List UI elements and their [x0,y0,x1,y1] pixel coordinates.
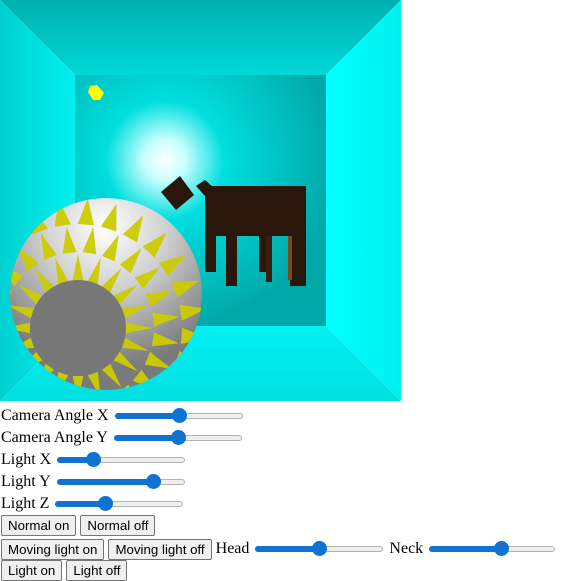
camera-angle-x-row: Camera Angle X [1,406,243,426]
light-y-label: Light Y [1,473,51,490]
neck-label: Neck [389,540,424,557]
normal-off-button[interactable]: Normal off [80,514,156,536]
normal-buttons-row: Normal on Normal off [1,514,159,536]
camera-angle-x-label: Camera Angle X [1,407,109,424]
light-z-label: Light Z [1,495,50,512]
camera-angle-y-slider[interactable] [113,430,242,446]
moving-light-row: Moving light on Moving light off Head Ne… [1,538,556,560]
light-x-label: Light X [1,451,52,468]
head-label: Head [215,540,250,557]
camera-angle-y-label: Camera Angle Y [1,429,108,446]
camera-angle-y-row: Camera Angle Y [1,428,242,448]
moving-light-on-button[interactable]: Moving light on [1,538,105,560]
light-buttons-row: Light on Light off [1,559,131,581]
moving-light-off-button[interactable]: Moving light off [108,538,212,560]
light-z-slider[interactable] [55,496,184,512]
light-x-slider[interactable] [57,452,186,468]
light-off-button[interactable]: Light off [66,559,128,581]
normal-on-button[interactable]: Normal on [1,514,77,536]
light-x-row: Light X [1,450,186,470]
light-y-row: Light Y [1,472,185,492]
light-on-button[interactable]: Light on [1,559,63,581]
camera-angle-x-slider[interactable] [114,408,243,424]
light-y-slider[interactable] [56,474,185,490]
head-slider[interactable] [255,541,384,557]
neck-slider[interactable] [429,541,556,557]
light-z-row: Light Z [1,494,184,514]
webgl-scene-canvas[interactable] [0,0,401,401]
